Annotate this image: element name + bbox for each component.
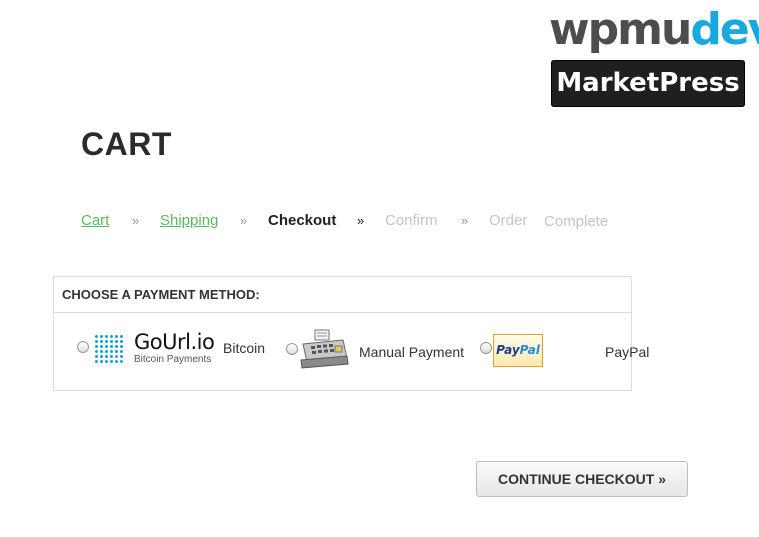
step-separator: » <box>132 213 140 228</box>
step-separator: » <box>461 213 469 228</box>
paypal-logo-pay: Pay <box>496 343 520 357</box>
continue-checkout-button[interactable]: CONTINUE CHECKOUT » <box>476 461 688 497</box>
marketpress-logo: MarketPress <box>551 60 745 107</box>
bitcoin-label: Bitcoin <box>223 340 266 356</box>
gourl-logo-name: GoUrl.io <box>134 330 215 354</box>
step-confirm: Confirm <box>385 212 438 229</box>
step-order: Order <box>489 212 528 229</box>
page-title: CART <box>81 126 172 162</box>
paypal-logo-pal: Pal <box>519 343 540 357</box>
paypal-label: PayPal <box>605 344 650 360</box>
step-shipping-link[interactable]: Shipping <box>160 210 218 232</box>
step-cart-link[interactable]: Cart <box>81 210 109 232</box>
payment-method-heading: CHOOSE A PAYMENT METHOD: <box>54 277 631 313</box>
bitcoin-radio[interactable] <box>77 341 89 353</box>
payment-options: GoUrl.io Bitcoin Payments Bitcoin Manual… <box>54 312 649 392</box>
paypal-radio[interactable] <box>480 342 492 354</box>
wpmudev-logo: wpmudev <box>549 4 759 56</box>
gourl-dots-icon <box>94 334 125 365</box>
page: wpmudev MarketPress CART Cart » Shipping… <box>0 0 759 537</box>
step-separator: » <box>357 213 365 228</box>
wpmudev-logo-wpmu: wpmu <box>549 4 692 55</box>
wpmudev-logo-dev: dev <box>690 4 759 55</box>
gourl-logo-subtitle: Bitcoin Payments <box>134 354 212 365</box>
step-checkout-current: Checkout <box>268 212 337 229</box>
payment-option-bitcoin[interactable]: GoUrl.io Bitcoin Payments Bitcoin <box>54 312 279 392</box>
payment-method-box: CHOOSE A PAYMENT METHOD: GoUrl.io Bitcoi… <box>53 276 649 392</box>
payment-option-paypal[interactable]: PayPal PayPal <box>469 312 649 392</box>
checkout-steps: Cart » Shipping » Checkout » Confirm » O… <box>0 210 759 234</box>
manual-payment-label: Manual Payment <box>359 344 465 360</box>
cash-register-icon <box>300 329 349 369</box>
step-separator: » <box>240 213 248 228</box>
payment-option-manual[interactable]: Manual Payment <box>279 312 469 392</box>
step-complete: Complete <box>544 213 609 230</box>
paypal-logo: PayPal <box>493 334 543 367</box>
